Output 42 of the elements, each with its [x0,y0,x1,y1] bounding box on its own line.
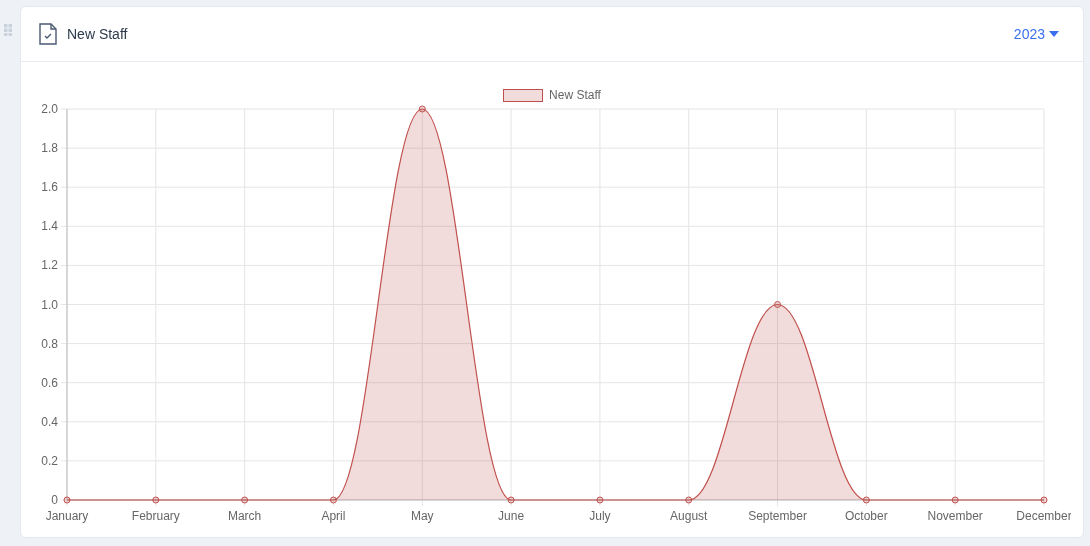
data-point [63,496,71,504]
drag-handle-icon[interactable] [4,24,12,36]
card-title: New Staff [67,24,128,44]
data-point [418,105,426,113]
data-point [951,496,959,504]
x-axis-label: September [748,509,807,523]
data-point [774,301,782,308]
caret-icon [1049,31,1059,37]
x-axis-label: June [498,509,525,523]
x-axis-label: April [321,509,346,523]
data-point [1040,496,1048,504]
y-axis-label: 0.2 [41,453,58,468]
y-axis-label: 0 [51,493,58,507]
data-point [507,496,515,504]
x-axis-label: August [670,509,708,523]
x-axis-label: March [227,509,262,523]
data-point [241,496,249,504]
y-axis-label: 1.4 [41,219,58,234]
data-point [685,496,693,504]
y-axis-label: 0.4 [41,414,58,429]
data-point [329,496,337,504]
data-point [596,496,604,504]
y-axis-label: 1.0 [41,297,58,312]
y-axis-label: 0.8 [41,336,58,351]
data-point [862,496,870,504]
x-axis-label: July [589,509,611,523]
x-axis-label: December [1016,509,1071,523]
x-axis-label: February [131,509,180,523]
y-axis-label: 0.6 [41,375,58,390]
x-axis-label: October [845,509,888,523]
year-dropdown[interactable]: 2023 [1013,23,1059,45]
y-axis-label: 1.6 [41,180,58,195]
y-axis-label: 1.8 [41,141,58,156]
document-check-icon [39,23,57,45]
x-axis-label: November [927,509,983,523]
x-axis-label: May [410,509,434,523]
y-axis-label: 2.0 [41,102,58,116]
x-axis-label: January [45,509,89,523]
y-axis-label: 1.2 [41,258,58,273]
data-point [152,496,160,504]
legend-swatch-icon [503,88,544,102]
legend-label: New Staff [549,87,601,104]
